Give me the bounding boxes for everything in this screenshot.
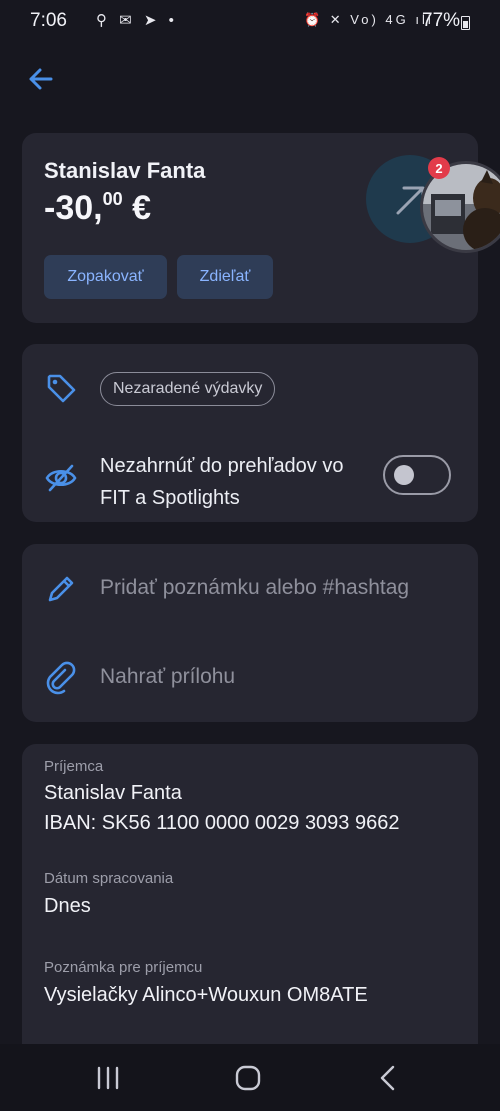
upload-attachment-button[interactable]: Nahrať prílohu [100,665,235,689]
exclude-from-reports-toggle[interactable] [383,455,451,495]
toggle-knob [394,465,414,485]
recent-apps-button[interactable] [88,1062,128,1094]
transaction-summary-card: Stanislav Fanta -30,00 € Zopakovať Zdieľ… [22,133,500,323]
actions-card: Pridať poznámku alebo #hashtag Nahrať pr… [22,544,478,722]
status-time: 7:06 [30,10,67,31]
pencil-icon [44,572,78,606]
chevron-left-icon [380,1065,395,1091]
battery-icon [461,16,470,30]
notification-icons: ⚲ ✉ ➤ • [96,12,178,29]
add-note-button[interactable]: Pridať poznámku alebo #hashtag [100,576,409,600]
status-bar: 7:06 ⚲ ✉ ➤ • ⏰ ✕ Vo) 4G ıll 77% [0,0,500,44]
system-navigation-bar [0,1044,500,1111]
processing-date-value: Dnes [44,895,91,917]
battery-percentage: 77% [422,10,461,31]
recipient-label: Príjemca [44,758,104,775]
tag-icon [44,371,78,405]
exclude-from-reports-label: Nezahrnúť do prehľadov vo FIT a Spotligh… [100,455,344,509]
arrow-left-icon [29,68,53,90]
recipient-note-label: Poznámka pre príjemcu [44,959,203,976]
recipient-note-value: Vysielačky Alinco+Wouxun OM8ATE [44,984,368,1006]
system-status-icons: ⏰ ✕ Vo) 4G ıll [304,12,434,27]
category-card: Nezaradené výdavky Nezahrnúť do prehľado… [22,344,478,522]
eye-off-icon [44,461,78,495]
home-button[interactable] [228,1062,268,1094]
processing-date-label: Dátum spracovania [44,870,174,887]
notification-badge: 2 [428,157,450,179]
back-button[interactable] [24,62,58,96]
repeat-button[interactable]: Zopakovať [44,255,167,299]
paperclip-icon [44,661,78,695]
details-card: Príjemca Stanislav Fanta IBAN: SK56 1100… [22,744,478,1064]
transaction-amount: -30,00 € [44,189,151,227]
share-button[interactable]: Zdieľať [177,255,273,299]
recipient-name: Stanislav Fanta [44,782,182,804]
home-icon [235,1065,261,1091]
system-back-button[interactable] [368,1062,408,1094]
category-chip[interactable]: Nezaradené výdavky [100,372,276,406]
recent-apps-icon [97,1066,119,1090]
recipient-iban: IBAN: SK56 1100 0000 0029 3093 9662 [44,812,400,834]
transaction-recipient: Stanislav Fanta [44,158,206,183]
